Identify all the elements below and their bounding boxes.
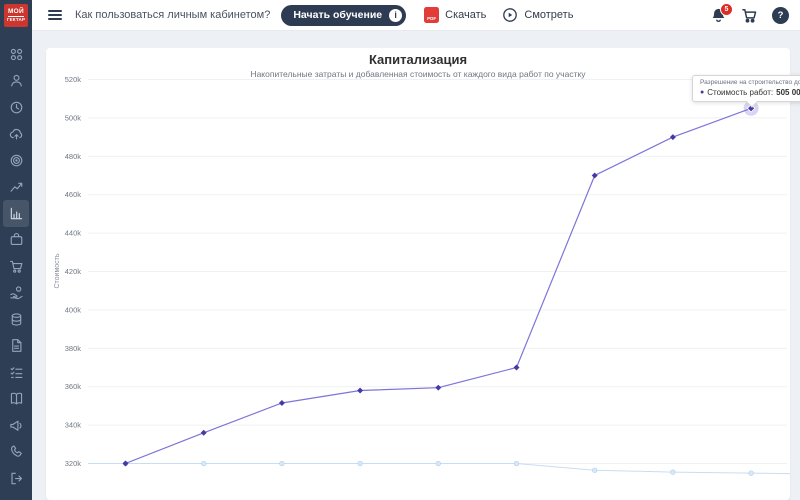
sidebar-item-logout[interactable] (3, 465, 29, 492)
sidebar-item-megaphone[interactable] (3, 412, 29, 439)
data-point[interactable] (592, 467, 598, 473)
trending-up-icon (9, 179, 24, 194)
download-pdf-button[interactable]: PDF Скачать (424, 7, 486, 23)
y-tick-label: 340k (65, 421, 82, 430)
data-point[interactable] (513, 364, 520, 371)
sidebar-item-clock[interactable] (3, 94, 29, 121)
data-point[interactable] (278, 400, 285, 406)
tooltip-title: Разрешение на строительство дорог (700, 79, 800, 86)
bar-chart-icon (9, 206, 24, 221)
sidebar-item-checklist[interactable] (3, 359, 29, 386)
data-point[interactable] (279, 460, 285, 467)
sidebar-item-cloud-upload[interactable] (3, 121, 29, 148)
sidebar-nav (0, 41, 32, 492)
sidebar-item-hand-coin[interactable] (3, 280, 29, 307)
profile-help-avatar[interactable]: ? (772, 6, 789, 24)
phone-icon (9, 444, 24, 459)
capitalization-card: Капитализация Накопительные затраты и до… (46, 48, 800, 500)
book-icon (9, 391, 24, 406)
data-point[interactable] (670, 469, 676, 475)
data-point[interactable] (669, 134, 676, 141)
y-tick-label: 360k (65, 382, 82, 391)
megaphone-icon (9, 418, 24, 433)
start-training-label: Начать обучение (293, 9, 383, 21)
coins-icon (9, 312, 24, 327)
sidebar-item-target[interactable] (3, 147, 29, 174)
logo-text-line1: МОЙ (7, 8, 25, 17)
watch-label: Смотреть (524, 9, 574, 21)
sidebar-item-book[interactable] (3, 386, 29, 413)
sidebar-item-user[interactable] (3, 68, 29, 95)
data-point[interactable] (435, 384, 442, 391)
start-training-button[interactable]: Начать обучение i (281, 4, 407, 26)
sidebar-item-cart[interactable] (3, 253, 29, 280)
cart-button[interactable] (741, 7, 758, 24)
sidebar-item-coins[interactable] (3, 306, 29, 333)
tooltip-series-marker: ● (700, 89, 705, 96)
y-tick-label: 480k (65, 152, 82, 161)
download-label: Скачать (445, 9, 487, 21)
data-point[interactable] (122, 460, 129, 467)
y-tick-label: 400k (65, 305, 82, 314)
tooltip-value: 505 000 (776, 88, 800, 97)
sidebar-item-trending-up[interactable] (3, 174, 29, 201)
document-icon (9, 338, 24, 353)
cart-icon (741, 7, 758, 24)
briefcase-icon (9, 232, 24, 247)
user-icon (9, 73, 24, 88)
data-point[interactable] (748, 470, 754, 476)
y-tick-label: 380k (65, 344, 82, 353)
capitalization-line-chart[interactable]: 320k 340k 360k 380k 400k 420k 440k 460k 480k 500k… (46, 48, 790, 500)
series-line-0 (125, 107, 752, 465)
sidebar-item-briefcase[interactable] (3, 227, 29, 254)
y-tick-label: 520k (65, 75, 82, 84)
y-tick-label: 500k (65, 113, 82, 122)
notifications-count-badge: 5 (720, 2, 733, 16)
apps-icon (9, 47, 24, 62)
topbar-right-cluster: 5 ? (710, 2, 800, 24)
data-point[interactable] (591, 172, 598, 179)
y-tick-label: 420k (65, 267, 82, 276)
y-tick-label: 460k (65, 190, 82, 199)
data-point[interactable] (357, 387, 364, 394)
logo-text-line2: ГЕКТАР (6, 17, 26, 22)
data-point[interactable] (200, 429, 207, 436)
tooltip-row: ● Стоимость работ: 505 000 (700, 88, 800, 97)
logout-icon (9, 471, 24, 486)
hamburger-menu-icon[interactable] (48, 10, 62, 20)
y-tick-label: 320k (65, 459, 82, 468)
y-tick-label: 440k (65, 229, 82, 238)
help-link[interactable]: Как пользоваться личным кабинетом? (75, 9, 270, 21)
target-icon (9, 153, 24, 168)
notifications-button[interactable]: 5 (710, 2, 733, 24)
data-point[interactable] (201, 460, 207, 467)
moy-gektar-logo[interactable]: МОЙ ГЕКТАР (4, 4, 28, 27)
pdf-icon: PDF (424, 7, 440, 23)
sidebar-item-document[interactable] (3, 333, 29, 360)
hand-coin-icon (9, 285, 24, 300)
tooltip-series-label: Стоимость работ: (707, 88, 774, 97)
cloud-upload-icon (9, 126, 24, 141)
sidebar-item-phone[interactable] (3, 439, 29, 466)
cart-icon (9, 259, 24, 274)
play-icon (502, 7, 518, 23)
clock-icon (9, 100, 24, 115)
topbar: Как пользоваться личным кабинетом? Начат… (32, 0, 800, 31)
info-icon: i (389, 8, 403, 22)
sidebar-item-bar-chart[interactable] (3, 200, 29, 227)
data-point[interactable] (357, 460, 363, 467)
sidebar-item-apps[interactable] (3, 41, 29, 68)
sidebar: МОЙ ГЕКТАР (0, 0, 32, 500)
checklist-icon (9, 365, 24, 380)
y-axis-title: Стоимость (54, 253, 61, 288)
data-point[interactable] (513, 460, 520, 467)
watch-video-button[interactable]: Смотреть (502, 7, 573, 23)
data-point[interactable] (435, 460, 441, 467)
chart-tooltip: Разрешение на строительство дорог ● Стои… (692, 75, 800, 102)
